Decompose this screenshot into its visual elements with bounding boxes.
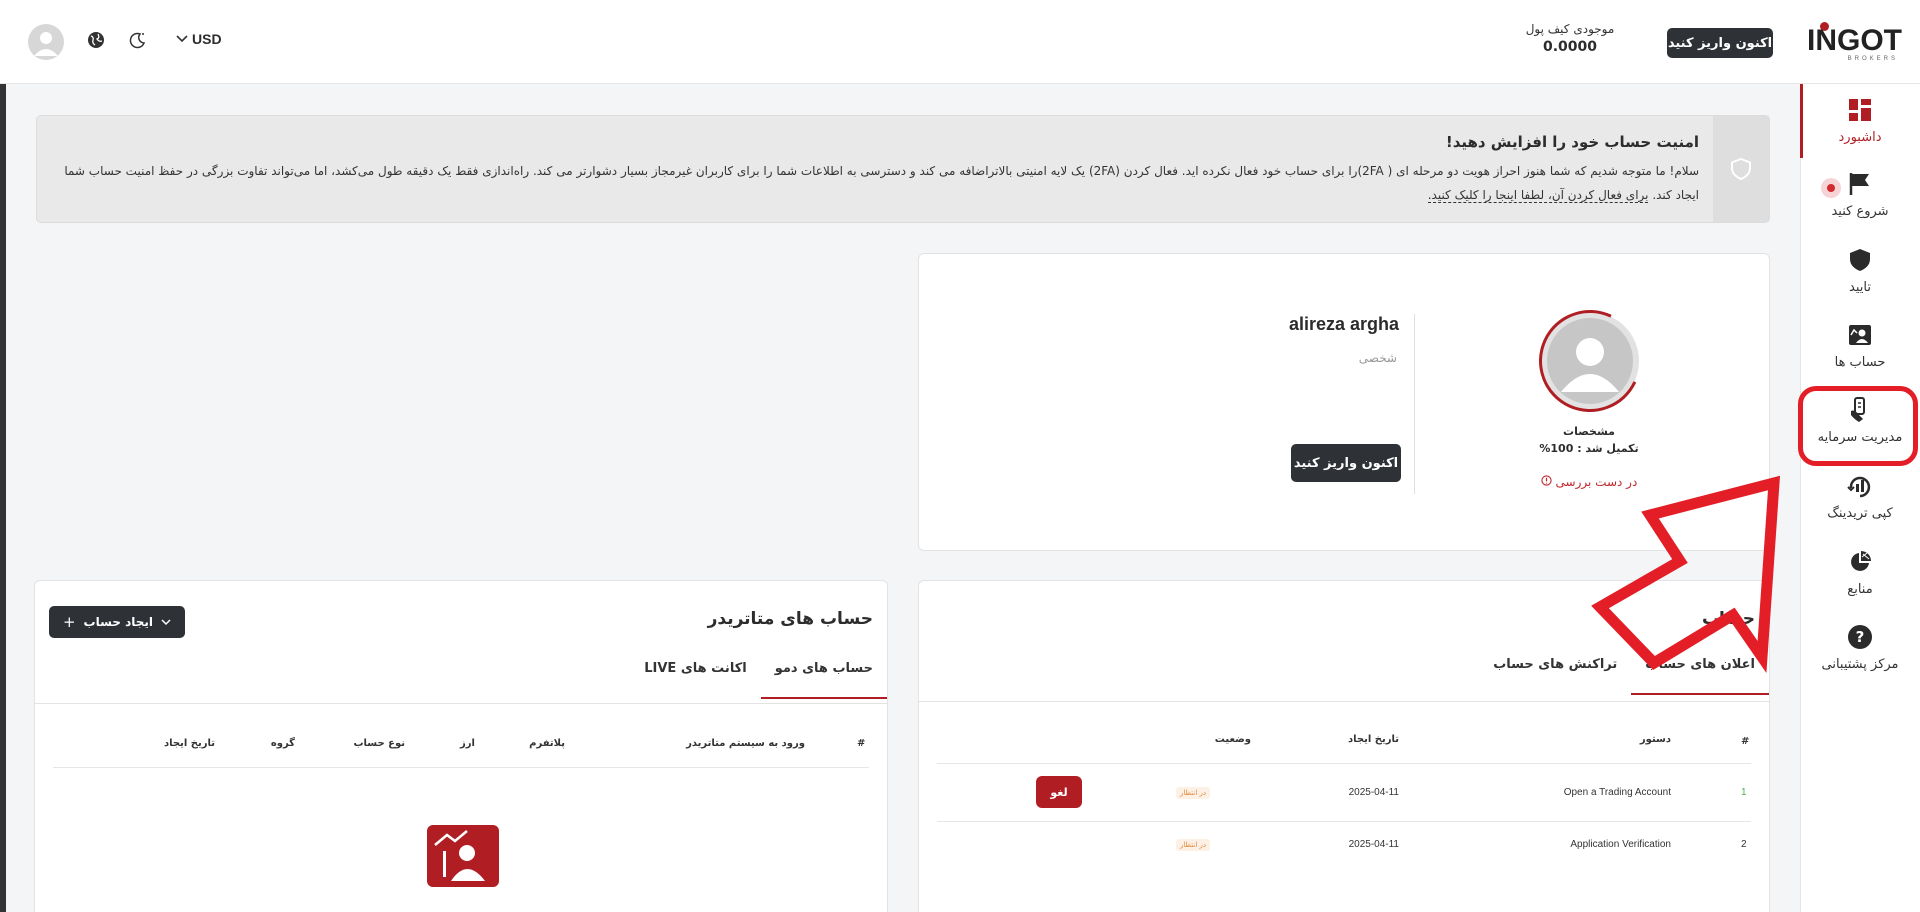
highlight-callout-box <box>1798 386 1918 466</box>
profile-divider <box>1414 314 1415 494</box>
theme-toggle-icon[interactable] <box>128 30 148 54</box>
row-date: 2025-04-11 <box>1348 787 1399 798</box>
help-icon: ? <box>1846 623 1874 651</box>
sidebar-item-copy-trading[interactable]: کپی تریدینگ <box>1800 472 1920 546</box>
row-number: 2 <box>1741 839 1747 850</box>
pie-chart-icon <box>1846 548 1874 576</box>
row-date: 2025-04-11 <box>1348 839 1399 850</box>
sidebar-item-resources[interactable]: منابع <box>1800 548 1920 622</box>
dashboard-icon <box>1846 96 1874 124</box>
left-edge-bar <box>0 84 6 912</box>
col-currency: ارز <box>460 738 475 749</box>
col-command: دستور <box>1639 734 1671 745</box>
plus-icon: + <box>62 613 76 631</box>
brand-logo[interactable]: INGOT BROKERS <box>1807 22 1902 62</box>
notification-dot <box>1821 178 1841 198</box>
currency-label: USD <box>192 31 222 47</box>
col-account-type: نوع حساب <box>353 738 405 749</box>
profile-completion: تکمیل شد : 100% <box>1539 442 1639 455</box>
sidebar-item-accounts[interactable]: حساب ها <box>1800 321 1920 395</box>
sidebar-item-get-started[interactable]: شروع کنید <box>1800 170 1920 244</box>
wallet-value: 0.0000 <box>1542 39 1598 55</box>
status-badge: در انتظار <box>1176 839 1210 851</box>
accounts-icon <box>1846 321 1874 349</box>
user-avatar[interactable] <box>28 24 64 60</box>
info-icon <box>1541 475 1552 486</box>
shield-icon <box>1846 246 1874 274</box>
security-alert: امنیت حساب خود را افزایش دهید! سلام! ما … <box>36 115 1770 223</box>
profile-name: alireza argha <box>1288 314 1399 334</box>
profile-deposit-button[interactable]: اکنون واریز کنید <box>1291 444 1401 482</box>
wallet-label: موجودی کیف پول <box>1525 22 1615 36</box>
col-created-date: تاریخ ایجاد <box>1348 734 1399 745</box>
currency-selector[interactable]: USD <box>176 31 222 47</box>
empty-accounts-icon <box>427 825 499 887</box>
metatrader-card-title: حساب های متاتریدر <box>707 609 873 629</box>
row-number: 1 <box>1741 787 1747 798</box>
metatrader-card: حساب های متاتریدر + ایجاد حساب حساب های … <box>34 580 888 912</box>
enable-2fa-link[interactable]: برای فعال کردن آن، لطفا اینجا را کلیک کن… <box>1427 188 1649 203</box>
flag-icon <box>1846 170 1874 198</box>
col-platform: پلاتفرم <box>529 738 565 749</box>
row-command: Open a Trading Account <box>1563 787 1671 798</box>
wallet-balance: موجودی کیف پول 0.0000 <box>1520 22 1620 55</box>
alert-body: سلام! ما متوجه شدیم که شما هنوز احراز هو… <box>59 159 1699 207</box>
metatrader-tabs: حساب های دمو اکانت های LIVE <box>630 661 887 699</box>
create-account-label: ایجاد حساب <box>83 615 154 629</box>
profile-avatar <box>1524 295 1656 427</box>
profile-details-label: مشخصات <box>1563 425 1615 438</box>
alert-title: امنیت حساب خود را افزایش دهید! <box>1445 133 1699 151</box>
deposit-now-button[interactable]: اکنون واریز کنید <box>1667 28 1773 58</box>
globe-icon[interactable] <box>86 30 106 54</box>
create-account-button[interactable]: + ایجاد حساب <box>49 606 185 638</box>
copy-trading-icon <box>1846 472 1874 500</box>
col-status: وضعیت <box>1214 734 1251 745</box>
svg-text:?: ? <box>1856 628 1865 646</box>
profile-type: شخصی <box>1358 351 1397 365</box>
col-created-date: تاریخ ایجاد <box>164 738 215 749</box>
annotation-arrow-icon <box>1591 475 1780 674</box>
chevron-down-icon <box>176 35 188 43</box>
shield-outline-icon <box>1713 116 1769 222</box>
status-badge: در انتظار <box>1176 787 1210 799</box>
col-mt-login: ورود به سیستم متاتریدر <box>686 738 805 749</box>
col-number: # <box>1741 736 1750 747</box>
chevron-down-icon <box>161 618 171 625</box>
sidebar-item-dashboard[interactable]: داشبورد <box>1800 96 1920 170</box>
tab-live-accounts[interactable]: اکانت های LIVE <box>630 661 760 699</box>
col-number: # <box>857 738 866 749</box>
tab-demo-accounts[interactable]: حساب های دمو <box>760 661 887 699</box>
col-group: گروه <box>270 738 295 749</box>
sidebar-item-support-center[interactable]: ? مرکز پشتیبانی <box>1800 623 1920 697</box>
cancel-button[interactable]: لغو <box>1036 776 1082 808</box>
sidebar-item-verification[interactable]: تایید <box>1800 246 1920 320</box>
row-command: Application Verification <box>1570 839 1671 850</box>
top-bar: INGOT BROKERS اکنون واریز کنید موجودی کی… <box>0 0 1920 84</box>
